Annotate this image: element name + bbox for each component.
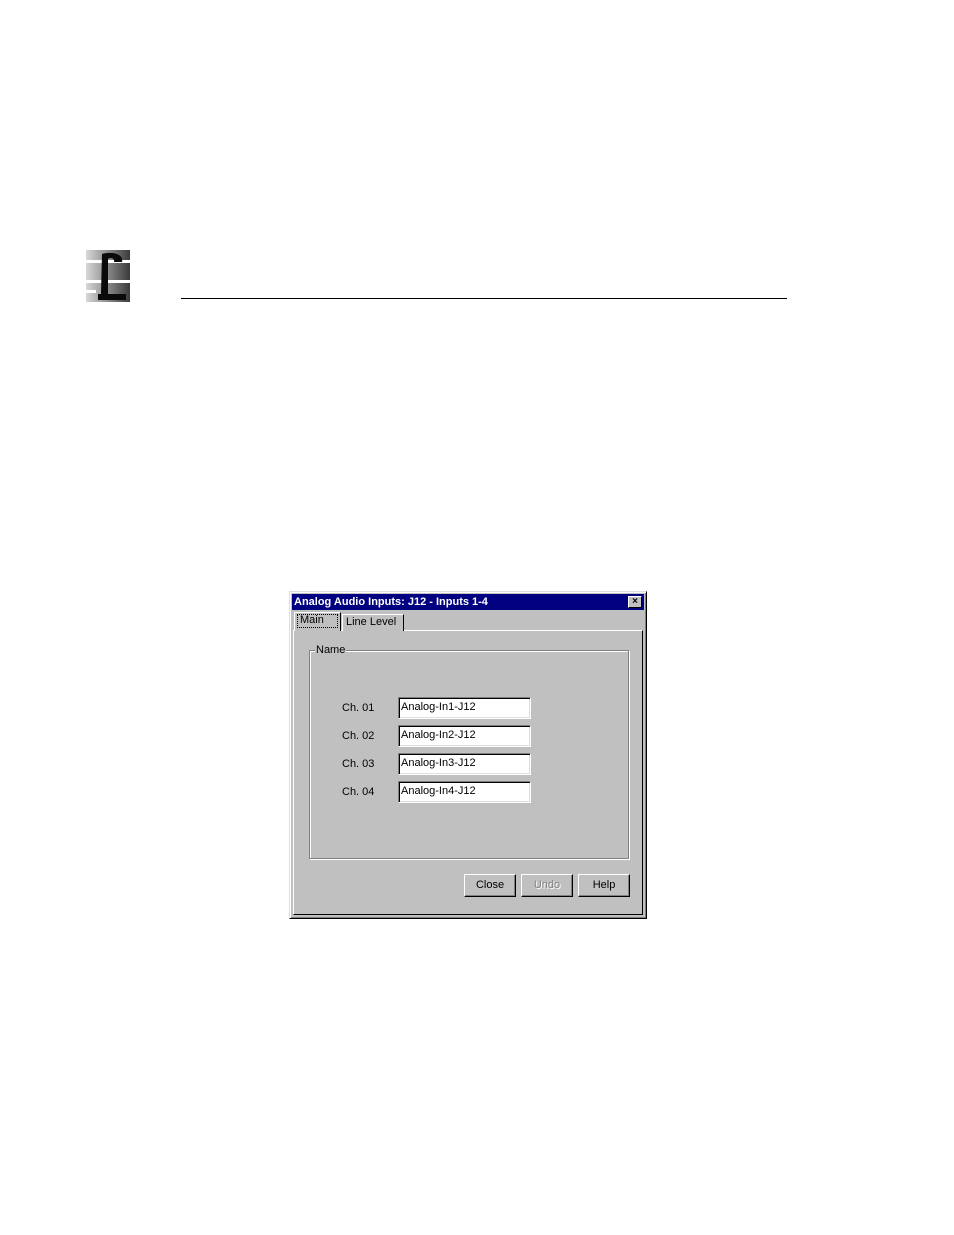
tab-main-label: Main [300,614,324,626]
company-logo-icon [86,250,130,302]
ch-03-name-field[interactable]: Analog-In3-J12 [398,753,531,775]
close-window-button[interactable]: × [628,596,642,608]
tab-main[interactable]: Main [294,612,341,631]
header-rule [181,298,787,299]
dialog-title: Analog Audio Inputs: J12 - Inputs 1-4 [294,596,488,608]
close-button[interactable]: Close [464,874,516,897]
ch-02-name-field[interactable]: Analog-In2-J12 [398,725,531,747]
ch-04-name-field[interactable]: Analog-In4-J12 [398,781,531,803]
undo-button[interactable]: Undo [521,874,573,897]
ch-03-label: Ch. 03 [342,758,375,770]
ch-04-label: Ch. 04 [342,786,375,798]
close-icon: × [632,596,638,607]
ch-02-label: Ch. 02 [342,730,375,742]
help-button[interactable]: Help [578,874,630,897]
name-groupbox: Name Ch. 01 Analog-In1-J12 Ch. 02 Analog… [309,643,629,859]
tab-line-level-label: Line Level [346,616,397,628]
ch-01-name-field[interactable]: Analog-In1-J12 [398,697,531,719]
tab-line-level[interactable]: Line Level [342,614,404,631]
name-group-label: Name [315,643,347,657]
ch-01-label: Ch. 01 [342,702,375,714]
dialog-titlebar[interactable]: Analog Audio Inputs: J12 - Inputs 1-4 × [292,594,644,610]
dialog-window: Analog Audio Inputs: J12 - Inputs 1-4 × … [289,591,647,919]
